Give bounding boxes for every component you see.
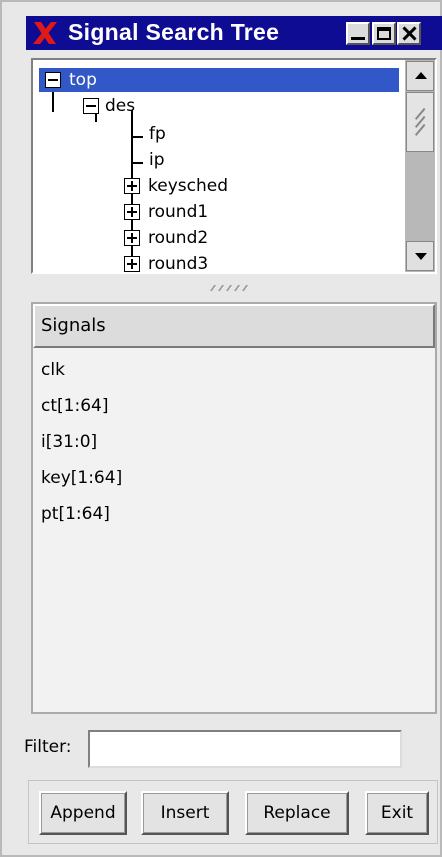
scroll-thumb[interactable] [406,92,434,152]
expand-icon[interactable] [124,230,140,246]
signal-item[interactable]: clk [41,356,65,384]
tree-node-label: round1 [148,202,209,222]
tree-node-label: round3 [148,254,209,272]
signals-list-panel: Signals clk ct[1:64] i[31:0] key[1:64] p… [31,302,437,714]
collapse-icon[interactable] [45,72,61,88]
hierarchy-tree[interactable]: top des fp ip keysched round1 round2 rou… [33,60,403,272]
replace-button[interactable]: Replace [245,791,349,835]
maximize-button[interactable] [372,22,396,45]
signal-item[interactable]: ct[1:64] [41,392,108,420]
signal-item[interactable]: key[1:64] [41,464,122,492]
signal-search-window: Signal Search Tree top des fp ip keysche… [0,0,442,857]
minimize-button[interactable] [346,22,370,45]
filter-input[interactable] [88,730,402,768]
signals-column-header[interactable]: Signals [33,304,435,348]
expand-icon[interactable] [124,204,140,220]
expand-icon[interactable] [124,178,140,194]
filter-label: Filter: [24,737,72,757]
collapse-icon[interactable] [83,98,99,114]
tree-connector [131,162,143,164]
tree-node-label: round2 [148,228,209,248]
expand-icon[interactable] [124,256,140,272]
scroll-down-button[interactable] [406,241,434,271]
x-logo-icon[interactable] [32,21,58,45]
action-button-group: Append Insert Replace Exit [28,780,438,844]
scroll-up-button[interactable] [406,61,434,91]
signal-item[interactable]: i[31:0] [41,428,97,456]
hierarchy-tree-panel: top des fp ip keysched round1 round2 rou… [31,58,437,274]
exit-button[interactable]: Exit [365,791,429,835]
tree-node-label: fp [149,124,166,144]
tree-connector [131,136,143,138]
tree-node-ip[interactable]: ip [149,148,165,172]
insert-button[interactable]: Insert [141,791,229,835]
tree-node-top[interactable]: top [39,68,399,92]
append-button[interactable]: Append [39,791,127,835]
tree-node-label: des [105,96,136,116]
tree-node-label: top [69,70,97,90]
tree-node-fp[interactable]: fp [149,122,166,146]
title-bar[interactable]: Signal Search Tree [26,16,442,50]
close-button[interactable] [397,22,421,45]
tree-node-label: keysched [148,176,228,196]
tree-scrollbar[interactable] [405,60,435,272]
signal-item[interactable]: pt[1:64] [41,500,110,528]
tree-node-label: ip [149,150,165,170]
pane-splitter-handle[interactable] [202,282,262,292]
window-title: Signal Search Tree [68,19,280,45]
